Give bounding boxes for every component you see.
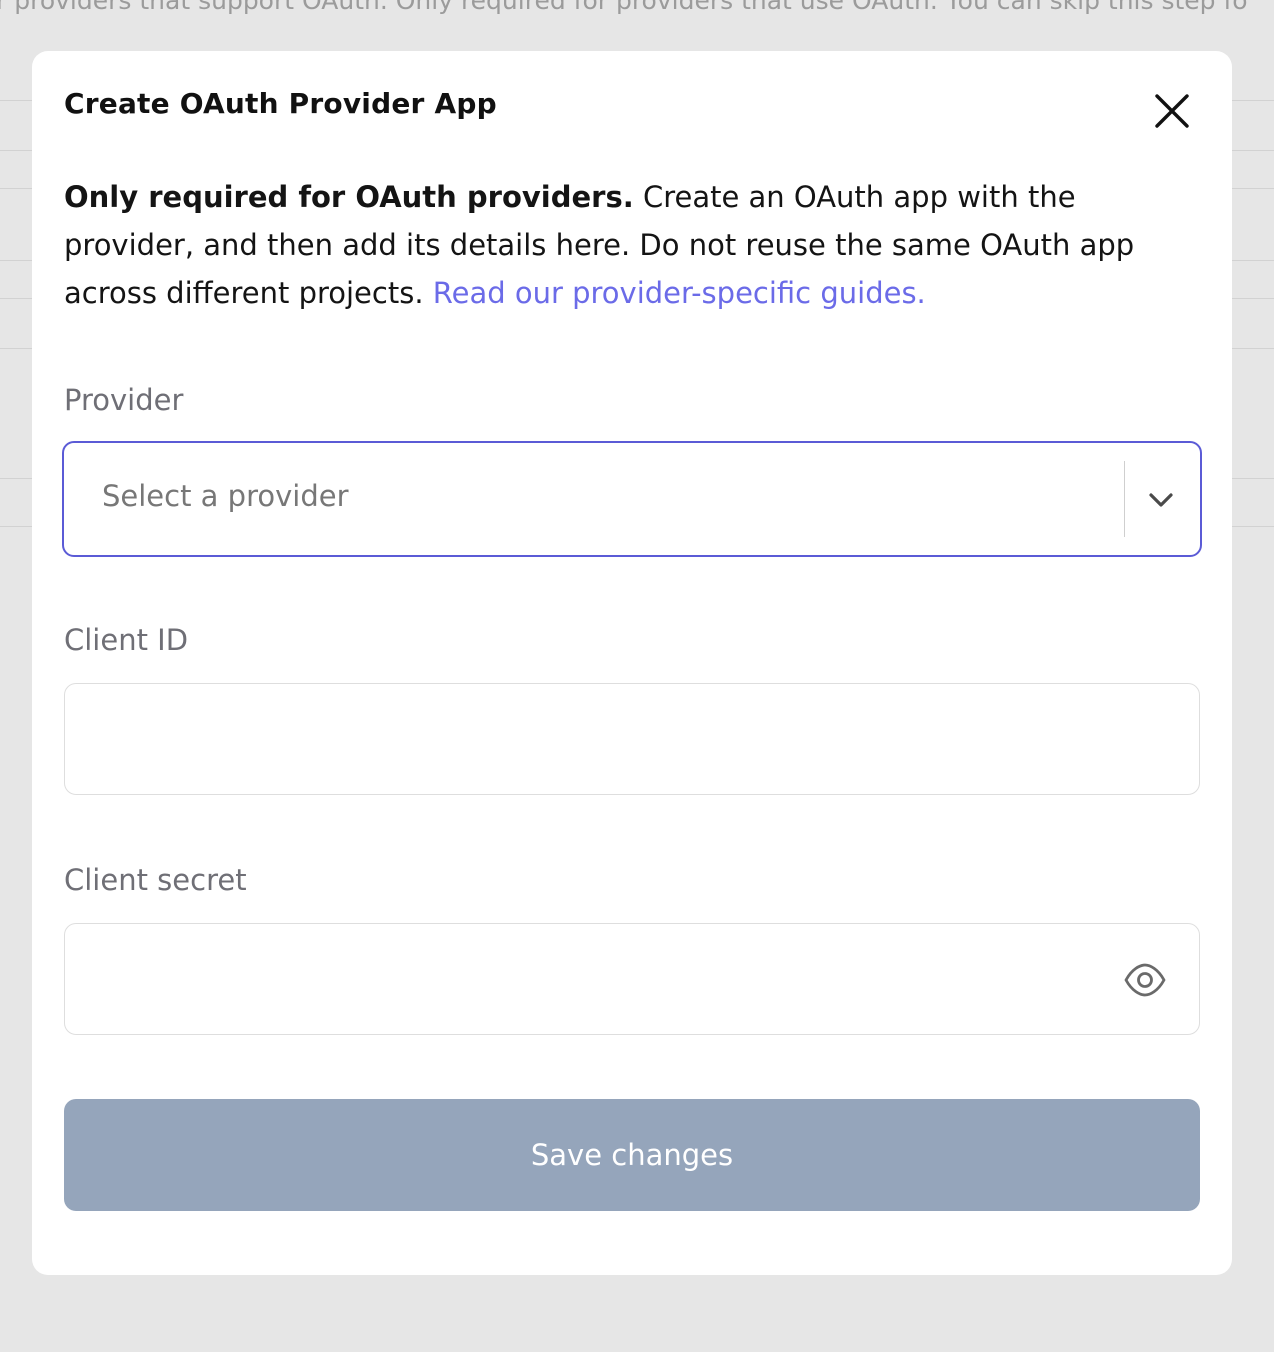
create-oauth-provider-dialog: Create OAuth Provider App Only required … [32,51,1232,1275]
save-changes-button[interactable]: Save changes [64,1099,1200,1211]
background-divider [1232,100,1274,101]
client-id-input[interactable] [85,704,1089,776]
description-bold: Only required for OAuth providers. [64,180,634,214]
background-divider [0,298,34,299]
background-divider [0,348,34,349]
background-divider [0,188,34,189]
eye-icon [1124,963,1166,997]
toggle-secret-visibility-button[interactable] [1123,958,1167,1002]
client-id-label: Client ID [64,623,189,657]
background-divider [0,526,34,527]
dialog-description: Only required for OAuth providers. Creat… [64,173,1204,317]
background-divider [1232,260,1274,261]
background-divider [1232,478,1274,479]
chevron-down-icon[interactable] [1146,485,1176,515]
close-icon [1155,94,1189,128]
provider-guides-link[interactable]: Read our provider-specific guides. [433,276,926,310]
client-secret-label: Client secret [64,863,247,897]
client-secret-input[interactable] [85,944,1089,1016]
background-divider [0,260,34,261]
provider-label: Provider [64,383,184,417]
close-button[interactable] [1150,89,1194,133]
background-divider [1232,150,1274,151]
provider-select[interactable]: Select a provider [62,441,1202,557]
provider-select-placeholder: Select a provider [102,479,349,513]
select-divider [1124,461,1125,537]
background-divider [0,478,34,479]
background-divider [1232,298,1274,299]
background-divider [0,100,34,101]
background-divider [1232,526,1274,527]
background-divider [0,150,34,151]
client-id-field-wrapper [64,683,1200,795]
background-text: r providers that support OAuth. Only req… [0,0,1248,15]
background-divider [1232,188,1274,189]
background-divider [1232,348,1274,349]
dialog-title: Create OAuth Provider App [64,87,497,120]
client-secret-field-wrapper [64,923,1200,1035]
